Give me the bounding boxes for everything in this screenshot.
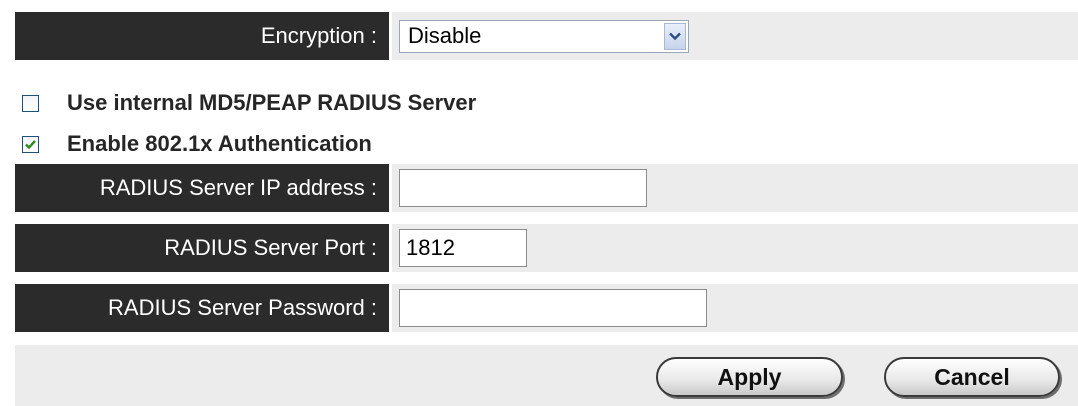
radius-ip-row: RADIUS Server IP address : xyxy=(15,164,1078,212)
radius-port-value-cell xyxy=(392,224,1078,272)
apply-button[interactable]: Apply xyxy=(656,357,843,397)
internal-radius-label: Use internal MD5/PEAP RADIUS Server xyxy=(67,90,477,115)
radius-password-value-cell xyxy=(392,284,1078,332)
radius-password-label: RADIUS Server Password : xyxy=(15,284,389,332)
radius-ip-input[interactable] xyxy=(399,169,647,207)
chevron-down-icon[interactable] xyxy=(664,22,686,50)
checkmark-icon xyxy=(25,139,36,149)
radius-password-input[interactable] xyxy=(399,289,707,327)
wireless-security-settings: Encryption : Disable Use internal MD5/PE… xyxy=(0,0,1078,406)
encryption-select[interactable]: Disable xyxy=(399,19,689,53)
encryption-value-cell: Disable xyxy=(392,12,1078,60)
radius-ip-label: RADIUS Server IP address : xyxy=(15,164,389,212)
internal-radius-checkbox[interactable] xyxy=(22,94,39,112)
enable-8021x-checkbox[interactable] xyxy=(22,135,39,153)
radius-ip-value-cell xyxy=(392,164,1078,212)
encryption-row: Encryption : Disable xyxy=(15,12,1078,60)
cancel-button[interactable]: Cancel xyxy=(884,357,1060,397)
internal-radius-option[interactable]: Use internal MD5/PEAP RADIUS Server xyxy=(22,90,476,116)
radius-port-label: RADIUS Server Port : xyxy=(15,224,389,272)
radius-port-input[interactable] xyxy=(399,229,527,267)
enable-8021x-label: Enable 802.1x Authentication xyxy=(67,131,372,156)
encryption-selected-value: Disable xyxy=(408,23,482,48)
radius-password-row: RADIUS Server Password : xyxy=(15,284,1078,332)
enable-8021x-option[interactable]: Enable 802.1x Authentication xyxy=(22,131,372,157)
action-bar: Apply Cancel xyxy=(15,345,1078,406)
radius-port-row: RADIUS Server Port : xyxy=(15,224,1078,272)
encryption-label: Encryption : xyxy=(15,12,389,60)
